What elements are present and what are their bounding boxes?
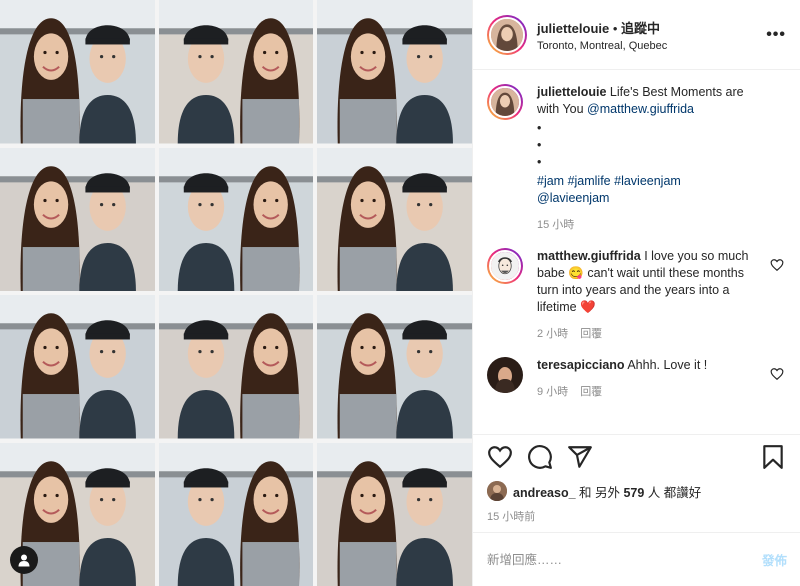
comments-list: juliettelouie Life's Best Moments are wi…: [473, 70, 800, 434]
liker-avatar[interactable]: [487, 481, 507, 501]
instagram-post-view: juliettelouie • 追蹤中 Toronto, Montreal, Q…: [0, 0, 800, 586]
likes-count[interactable]: 579: [623, 486, 644, 500]
collage-tile: [0, 0, 155, 144]
post-location[interactable]: Toronto, Montreal, Quebec: [537, 40, 766, 52]
collage-tile: [158, 442, 314, 586]
commenter-avatar[interactable]: [487, 248, 523, 284]
post-comment-button[interactable]: 發佈: [762, 550, 787, 569]
reply-button[interactable]: 回覆: [580, 328, 602, 340]
collage-tile: [0, 147, 155, 291]
commenter-username[interactable]: matthew.giuffrida: [537, 249, 641, 263]
emoji: 😋: [568, 266, 584, 280]
commenter-avatar[interactable]: [487, 357, 523, 393]
user-tag-button[interactable]: [10, 546, 38, 574]
liker-username[interactable]: andreaso_: [513, 486, 576, 500]
comment-item: matthew.giuffrida I love you so much bab…: [487, 248, 786, 343]
author-avatar[interactable]: [487, 14, 527, 55]
more-icon: •••: [766, 25, 786, 43]
caption-time[interactable]: 15 小時: [537, 219, 574, 231]
comment-text: Ahhh. Love it !: [624, 358, 708, 372]
comment-like-heart-icon[interactable]: [770, 258, 784, 272]
comment-item: teresapicciano Ahhh. Love it ! 9 小時 回覆: [487, 357, 786, 401]
likes-summary: andreaso_ 和 另外 579 人 都讚好: [473, 478, 800, 504]
caption: juliettelouie Life's Best Moments are wi…: [487, 84, 786, 234]
more-options-button[interactable]: •••: [766, 26, 786, 44]
likes-text: 和 另外: [575, 485, 624, 500]
caption-avatar[interactable]: [487, 84, 523, 120]
heart-emoji: ❤️: [580, 300, 596, 314]
post-timestamp: 15 小時前: [487, 511, 536, 523]
collage-tile: [158, 0, 314, 144]
caption-bullets: • • •: [537, 121, 542, 169]
photo-collage: [0, 0, 472, 586]
following-status[interactable]: 追蹤中: [621, 21, 660, 36]
collage-tile: [317, 147, 472, 291]
collage-tile: [158, 147, 314, 291]
comment-input[interactable]: [487, 552, 762, 567]
post-photo[interactable]: [0, 0, 472, 586]
comment-time[interactable]: 9 小時: [537, 386, 568, 398]
caption-hashtags[interactable]: #jam #jamlife #lavieenjam @lavieenjam: [537, 173, 764, 207]
post-sidebar: juliettelouie • 追蹤中 Toronto, Montreal, Q…: [472, 0, 800, 586]
comment-icon[interactable]: [527, 444, 553, 470]
reply-button[interactable]: 回覆: [580, 386, 602, 398]
collage-tile: [158, 295, 314, 439]
comment-time[interactable]: 2 小時: [537, 328, 568, 340]
post-header: juliettelouie • 追蹤中 Toronto, Montreal, Q…: [473, 0, 800, 70]
author-username[interactable]: juliettelouie: [537, 21, 609, 36]
collage-tile: [317, 295, 472, 439]
comment-like-heart-icon[interactable]: [770, 367, 784, 381]
collage-tile: [317, 0, 472, 144]
likes-text-end: 人 都讚好: [644, 485, 702, 500]
follow-separator: •: [609, 20, 622, 36]
commenter-username[interactable]: teresapicciano: [537, 358, 625, 372]
collage-tile: [317, 442, 472, 586]
bookmark-icon[interactable]: [760, 444, 786, 470]
collage-tile: [0, 295, 155, 439]
caption-username[interactable]: juliettelouie: [537, 85, 606, 99]
heart-icon[interactable]: [487, 444, 513, 470]
caption-mention[interactable]: @matthew.giuffrida: [587, 102, 694, 116]
post-actions: [473, 434, 800, 478]
share-icon[interactable]: [567, 444, 593, 470]
user-tag-icon: [18, 554, 30, 567]
add-comment-bar: 發佈: [473, 532, 800, 586]
